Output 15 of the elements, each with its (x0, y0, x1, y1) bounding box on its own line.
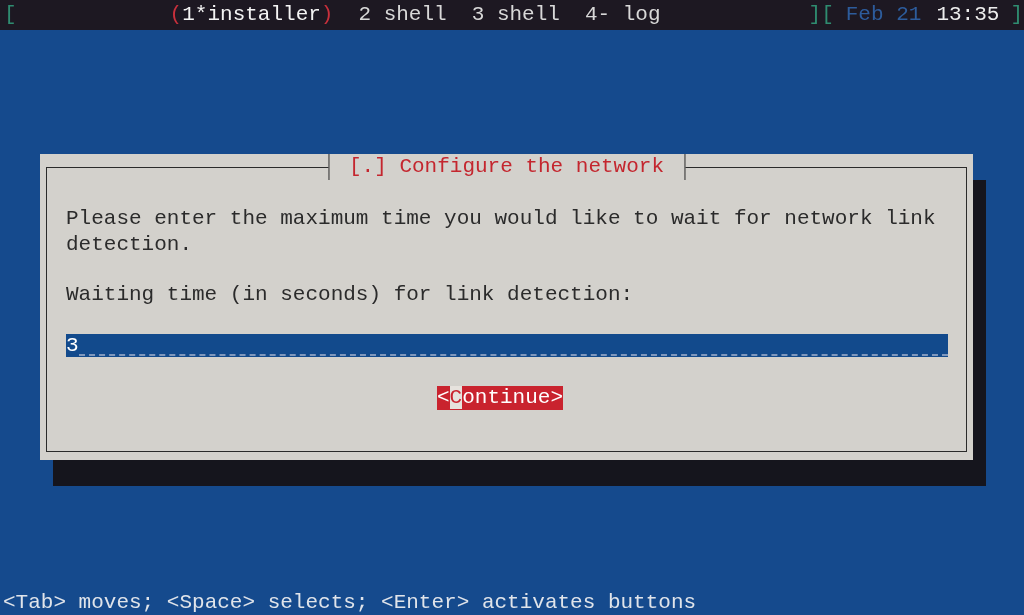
status-date: Feb 21 (845, 2, 922, 28)
dialog-title: [.] Configure the network (327, 154, 686, 180)
window-tab[interactable]: (1*installer) (169, 0, 334, 30)
status-clock: 13:35 (936, 2, 1000, 28)
dialog-message: Please enter the maximum time you would like to wait for network link detection. (66, 206, 937, 258)
window-tab[interactable]: 4- log (584, 0, 661, 30)
status-bracket: ][ (808, 2, 834, 28)
help-line: <Tab> moves; <Space> selects; <Enter> activates buttons (2, 590, 698, 615)
window-tab[interactable]: 2 shell (358, 0, 447, 30)
field-label: Waiting time (in seconds) for link detection: (66, 282, 635, 308)
input-field[interactable]: 3 (66, 333, 948, 357)
status-bracket: [ (4, 2, 17, 28)
window-tab[interactable]: 3 shell (471, 0, 560, 30)
continue-button[interactable]: <Continue> (436, 385, 563, 410)
status-bracket: ] (1010, 2, 1023, 28)
